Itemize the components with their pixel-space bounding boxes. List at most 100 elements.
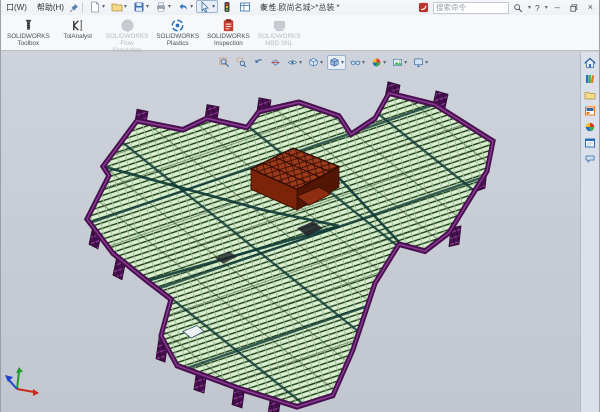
new-doc-button[interactable]: ▾ bbox=[86, 0, 108, 13]
dropdown-caret[interactable]: ▾ bbox=[270, 4, 273, 10]
menu-item[interactable]: 帮助(H) bbox=[32, 3, 69, 12]
view-orientation-icon bbox=[308, 57, 319, 68]
floor-slab[interactable] bbox=[87, 93, 493, 407]
taskpane-forum-button[interactable] bbox=[583, 152, 598, 166]
file-properties-icon bbox=[239, 1, 251, 13]
reference-triad bbox=[3, 362, 45, 404]
zoom-fit-icon bbox=[219, 57, 230, 68]
print-button[interactable]: ▾ bbox=[152, 0, 174, 13]
dropdown-caret[interactable]: ▾ bbox=[362, 60, 365, 66]
taskpane-file-explorer-button[interactable] bbox=[583, 88, 598, 102]
select-arrow-button[interactable]: ▾ bbox=[196, 0, 218, 13]
forum-icon bbox=[584, 153, 596, 165]
assembly-model[interactable] bbox=[1, 52, 600, 412]
dropdown-caret[interactable]: ▾ bbox=[341, 60, 344, 66]
undo-icon bbox=[177, 1, 189, 13]
search-dropdown-caret[interactable]: ▾ bbox=[528, 5, 531, 11]
dropdown-caret[interactable]: ▾ bbox=[425, 60, 428, 66]
dropdown-caret[interactable]: ▾ bbox=[168, 4, 171, 10]
dropdown-caret[interactable]: ▾ bbox=[146, 4, 149, 10]
close-button[interactable]: × bbox=[585, 1, 596, 14]
help-dropdown-caret[interactable]: ▾ bbox=[545, 5, 548, 11]
headsup-view-orientation-button[interactable]: ▾ bbox=[306, 55, 325, 70]
dropdown-caret[interactable]: ▾ bbox=[212, 4, 215, 10]
options-gear-button[interactable]: ▾ bbox=[254, 0, 276, 13]
headsup-previous-view-button[interactable] bbox=[251, 55, 266, 70]
rebuild-traffic-light-icon bbox=[221, 1, 233, 13]
taskpane-custom-properties-button[interactable] bbox=[583, 136, 598, 150]
dropdown-caret[interactable]: ▾ bbox=[190, 4, 193, 10]
menu-item[interactable]: 口(W) bbox=[1, 3, 32, 12]
dropdown-caret[interactable]: ▾ bbox=[383, 60, 386, 66]
search-icon[interactable] bbox=[513, 3, 523, 13]
annotation-view-icon bbox=[287, 57, 298, 68]
taskpane-design-library-button[interactable] bbox=[583, 72, 598, 86]
restore-button[interactable] bbox=[567, 4, 581, 12]
cm-button-label: SOLIDWORKSFlowSimulation bbox=[106, 33, 149, 54]
cm-tolanalyst-button[interactable]: TolAnalyst bbox=[55, 17, 101, 41]
cm-solidworks-plastics-button[interactable]: SOLIDWORKSPlastics bbox=[153, 17, 202, 48]
file-explorer-icon bbox=[584, 89, 596, 101]
print-icon bbox=[155, 1, 167, 13]
hide-show-items-icon bbox=[350, 57, 361, 68]
cm-button-label: SOLIDWORKSMBD SNL bbox=[258, 33, 301, 47]
cm-button-label: TolAnalyst bbox=[63, 33, 92, 40]
toolbox-icon bbox=[21, 18, 36, 33]
taskpane-home-button[interactable] bbox=[583, 56, 598, 70]
solidworks-window: 口(W)帮助(H) ▾▾▾▾▾▾▾ 友佳.欧尚名城>*总装 * ▾ ? ▾ – … bbox=[0, 0, 600, 412]
headsup-section-view-button[interactable] bbox=[268, 55, 283, 70]
headsup-annotation-view-button[interactable]: ▾ bbox=[285, 55, 304, 70]
open-folder-button[interactable]: ▾ bbox=[108, 0, 130, 13]
dropdown-caret[interactable]: ▾ bbox=[299, 60, 302, 66]
select-arrow-icon bbox=[199, 1, 211, 13]
headsup-view-toolbar: ▾ ▾ ▾ ▾ ▾ ▾ ▾ bbox=[217, 55, 430, 70]
help-button[interactable]: ? bbox=[535, 3, 540, 13]
file-properties-button[interactable] bbox=[236, 0, 254, 13]
command-search-box bbox=[433, 2, 509, 14]
cm-solidworks-inspection-button[interactable]: SOLIDWORKSInspection bbox=[204, 17, 253, 48]
options-gear-icon bbox=[257, 1, 269, 13]
cm-solidworks-flow-simulation-button: SOLIDWORKSFlowSimulation bbox=[103, 17, 152, 55]
mbd-snl-icon bbox=[272, 18, 287, 33]
edit-appearance-icon bbox=[371, 57, 382, 68]
previous-view-icon bbox=[253, 57, 264, 68]
headsup-display-style-button[interactable]: ▾ bbox=[327, 55, 346, 70]
command-manager: SOLIDWORKSToolbox TolAnalyst SOLIDWORKSFlo… bbox=[1, 15, 599, 51]
display-style-icon bbox=[329, 57, 340, 68]
taskpane-view-palette-button[interactable] bbox=[583, 104, 598, 118]
headsup-hide-show-items-button[interactable]: ▾ bbox=[348, 55, 367, 70]
custom-properties-icon bbox=[584, 137, 596, 149]
headsup-zoom-fit-button[interactable] bbox=[217, 55, 232, 70]
save-button[interactable]: ▾ bbox=[130, 0, 152, 13]
headsup-view-settings-button[interactable]: ▾ bbox=[411, 55, 430, 70]
taskpane-appearances-button[interactable] bbox=[583, 120, 598, 134]
zoom-area-icon bbox=[236, 57, 247, 68]
tolanalyst-icon bbox=[70, 18, 85, 33]
dropdown-caret[interactable]: ▾ bbox=[102, 4, 105, 10]
cm-button-label: SOLIDWORKSInspection bbox=[207, 33, 250, 47]
graphics-viewport[interactable]: ▾ ▾ ▾ ▾ ▾ ▾ ▾ bbox=[1, 52, 599, 412]
apply-scene-icon bbox=[392, 57, 403, 68]
headsup-apply-scene-button[interactable]: ▾ bbox=[390, 55, 409, 70]
dropdown-caret[interactable]: ▾ bbox=[404, 60, 407, 66]
undo-button[interactable]: ▾ bbox=[174, 0, 196, 13]
cm-solidworks-mbd-snl-button: SOLIDWORKSMBD SNL bbox=[255, 17, 304, 48]
cm-button-label: SOLIDWORKSPlastics bbox=[156, 33, 199, 47]
toolbar-separator bbox=[82, 2, 83, 13]
design-library-icon bbox=[584, 73, 596, 85]
rebuild-traffic-light-button[interactable] bbox=[218, 0, 236, 13]
pin-icon[interactable] bbox=[69, 3, 79, 13]
dropdown-caret[interactable]: ▾ bbox=[124, 4, 127, 10]
inspection-icon bbox=[221, 18, 236, 33]
solidworks-logo-icon bbox=[418, 2, 429, 13]
section-view-icon bbox=[270, 57, 281, 68]
search-input[interactable] bbox=[436, 3, 506, 13]
cm-solidworks-toolbox-button[interactable]: SOLIDWORKSToolbox bbox=[4, 17, 53, 48]
dropdown-caret[interactable]: ▾ bbox=[320, 60, 323, 66]
view-settings-icon bbox=[413, 57, 424, 68]
appearances-icon bbox=[584, 121, 596, 133]
headsup-zoom-area-button[interactable] bbox=[234, 55, 249, 70]
minimize-button[interactable]: – bbox=[552, 1, 563, 14]
open-folder-icon bbox=[111, 1, 123, 13]
headsup-edit-appearance-button[interactable]: ▾ bbox=[369, 55, 388, 70]
